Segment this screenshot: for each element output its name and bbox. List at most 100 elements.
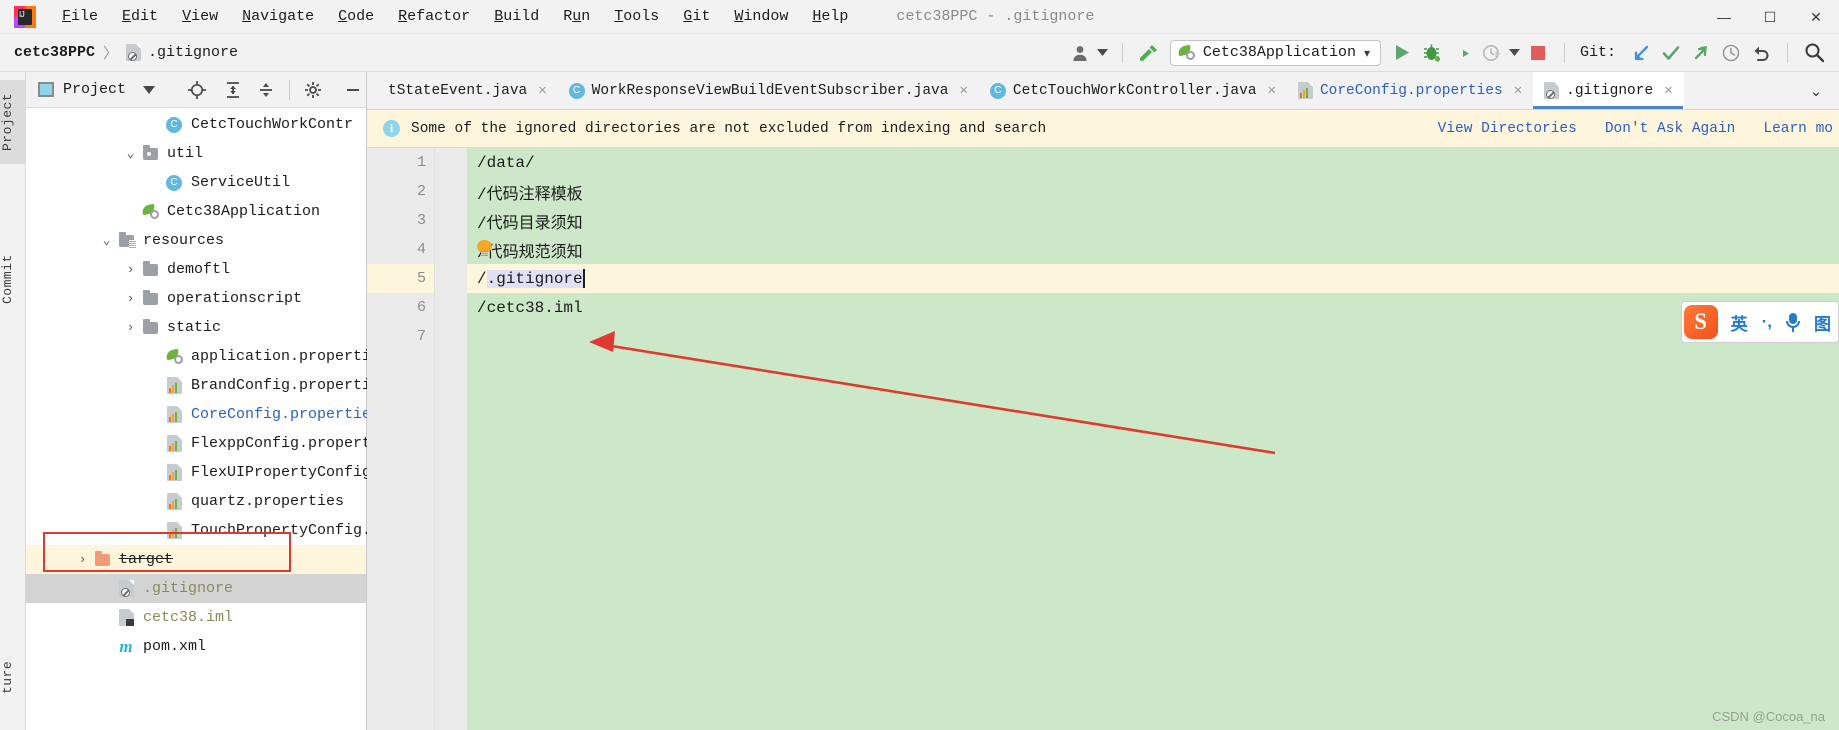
rail-tab-structure[interactable]: ture	[0, 647, 26, 707]
tree-item-cetctouchworkcontr[interactable]: C CetcTouchWorkContr	[26, 110, 366, 139]
line-number[interactable]: 3	[367, 206, 434, 235]
ime-punctuation-toggle[interactable]: ·,	[1755, 312, 1779, 332]
line-number[interactable]: 4	[367, 235, 434, 264]
chevron-right-icon[interactable]: ›	[122, 291, 139, 306]
editor-tab-coreconfig-properties[interactable]: CoreConfig.properties ✕	[1287, 72, 1533, 109]
code-line[interactable]: /代码注释模板	[467, 177, 1839, 206]
chevron-right-icon[interactable]: ›	[122, 320, 139, 335]
tree-item-pom-xml[interactable]: m pom.xml	[26, 632, 366, 661]
tree-item-cetc38-iml[interactable]: cetc38.iml	[26, 603, 366, 632]
rail-tab-commit[interactable]: Commit	[0, 240, 26, 318]
code-line[interactable]	[467, 322, 1839, 351]
gutter-fold-strip[interactable]	[435, 148, 467, 730]
minimize-button[interactable]: —	[1701, 0, 1747, 34]
profiler-chevron-down-icon[interactable]	[1507, 38, 1523, 68]
tree-item-quartz-properties[interactable]: quartz.properties	[26, 487, 366, 516]
chevron-down-icon[interactable]: ⌄	[98, 233, 115, 248]
menu-item-git[interactable]: Git	[671, 6, 722, 27]
ime-more-button[interactable]: 图	[1807, 310, 1838, 335]
menu-item-build[interactable]: Build	[482, 6, 551, 27]
run-configuration-selector[interactable]: Cetc38Application ▾	[1169, 39, 1381, 66]
editor-tab-tstateevent-java[interactable]: tStateEvent.java ✕	[377, 72, 558, 109]
code-line[interactable]: /代码规范须知	[467, 235, 1839, 264]
menu-item-help[interactable]: Help	[800, 6, 860, 27]
tree-item-operationscript[interactable]: › operationscript	[26, 284, 366, 313]
editor-tabs-overflow-chevron-down-icon[interactable]: ⌄	[1793, 72, 1839, 109]
tree-item-util[interactable]: ⌄ util	[26, 139, 366, 168]
git-push-icon[interactable]	[1686, 38, 1716, 68]
sogou-ime-popup[interactable]: S 英 ·, 图	[1680, 301, 1839, 343]
editor-tab-gitignore[interactable]: .gitignore ✕	[1533, 72, 1684, 109]
tree-item-cetc38application[interactable]: Cetc38Application	[26, 197, 366, 226]
line-number[interactable]: 2	[367, 177, 434, 206]
microphone-icon[interactable]	[1786, 312, 1800, 332]
menu-item-view[interactable]: View	[170, 6, 230, 27]
menu-item-window[interactable]: Window	[722, 6, 800, 27]
profiler-icon[interactable]	[1477, 38, 1507, 68]
tree-item-target[interactable]: › target	[26, 545, 366, 574]
tree-item-flexuipropertyconfig-prop[interactable]: FlexUIPropertyConfig.prop	[26, 458, 416, 487]
view-directories-link[interactable]: View Directories	[1438, 121, 1577, 137]
git-update-icon[interactable]	[1626, 38, 1656, 68]
gear-icon[interactable]	[300, 76, 326, 104]
chevron-right-icon[interactable]: ›	[122, 262, 139, 277]
tree-item-touchpropertyconfig-prope[interactable]: TouchPropertyConfig.prope	[26, 516, 416, 545]
editor-tab-workresponseviewbuildeventsubscriber-java[interactable]: C WorkResponseViewBuildEventSubscriber.ja…	[558, 72, 979, 109]
code-line[interactable]: /cetc38.iml	[467, 293, 1839, 322]
code-line[interactable]: /代码目录须知	[467, 206, 1839, 235]
code-line[interactable]: /data/	[467, 148, 1839, 177]
menu-item-refactor[interactable]: Refactor	[386, 6, 482, 27]
debug-icon[interactable]	[1417, 38, 1447, 68]
close-button[interactable]: ✕	[1793, 0, 1839, 34]
user-chevron-down-icon[interactable]	[1095, 38, 1111, 68]
dont-ask-again-link[interactable]: Don't Ask Again	[1605, 121, 1736, 137]
tree-item-coreconfig-properties[interactable]: CoreConfig.properties	[26, 400, 380, 429]
line-number[interactable]: 5	[367, 264, 434, 293]
menu-item-edit[interactable]: Edit	[110, 6, 170, 27]
tree-item-demoftl[interactable]: › demoftl	[26, 255, 366, 284]
rail-tab-project[interactable]: Project	[0, 80, 26, 164]
close-icon[interactable]: ✕	[1268, 82, 1276, 99]
maximize-button[interactable]: ☐	[1747, 0, 1793, 34]
tree-item-flexppconfig-properties[interactable]: FlexppConfig.properties	[26, 429, 398, 458]
search-everywhere-icon[interactable]	[1799, 38, 1829, 68]
line-number[interactable]: 7	[367, 322, 434, 351]
editor-tab-cetctouchworkcontroller-java[interactable]: C CetcTouchWorkController.java ✕	[979, 72, 1287, 109]
line-number[interactable]: 6	[367, 293, 434, 322]
run-icon[interactable]	[1387, 38, 1417, 68]
ime-language-mode[interactable]: 英	[1724, 310, 1755, 335]
line-number-gutter[interactable]: 1234567	[367, 148, 435, 730]
chevron-down-icon[interactable]: ⌄	[122, 146, 139, 161]
project-chevron-down-icon[interactable]	[136, 76, 162, 104]
tree-item-static[interactable]: › static	[26, 313, 366, 342]
hammer-build-icon[interactable]	[1134, 38, 1164, 68]
line-number[interactable]: 1	[367, 148, 434, 177]
hide-panel-icon[interactable]	[340, 76, 366, 104]
tree-item-brandconfig-properties[interactable]: BrandConfig.properties	[26, 371, 389, 400]
menu-item-file[interactable]: File	[50, 6, 110, 27]
revert-icon[interactable]	[1746, 38, 1776, 68]
code-editor[interactable]: 1234567 /data/ /代码注释模板/代码目录须知/代码规范须知 /.git…	[367, 148, 1839, 730]
close-icon[interactable]: ✕	[959, 82, 967, 99]
code-line[interactable]: /.gitignore	[467, 264, 1839, 293]
history-icon[interactable]	[1716, 38, 1746, 68]
learn-more-link[interactable]: Learn mo	[1763, 121, 1833, 137]
chevron-right-icon[interactable]: ›	[74, 552, 91, 567]
tree-item-gitignore[interactable]: .gitignore	[26, 574, 366, 603]
stop-icon[interactable]	[1523, 38, 1553, 68]
collapse-all-icon[interactable]	[254, 76, 280, 104]
menu-item-navigate[interactable]: Navigate	[230, 6, 326, 27]
user-avatar-icon[interactable]	[1065, 38, 1095, 68]
run-with-coverage-icon[interactable]	[1447, 38, 1477, 68]
close-icon[interactable]: ✕	[1664, 82, 1672, 99]
close-icon[interactable]: ✕	[538, 82, 546, 99]
run-config-chevron-down-icon[interactable]: ▾	[1364, 46, 1370, 60]
menu-item-tools[interactable]: Tools	[602, 6, 671, 27]
breadcrumb-project[interactable]: cetc38PPC	[14, 44, 95, 61]
tree-item-application-properties[interactable]: application.properties	[26, 342, 389, 371]
breadcrumb-file[interactable]: .gitignore	[148, 44, 238, 61]
locate-icon[interactable]	[184, 76, 210, 104]
tree-item-serviceutil[interactable]: C ServiceUtil	[26, 168, 366, 197]
git-commit-icon[interactable]	[1656, 38, 1686, 68]
menu-item-run[interactable]: Run	[551, 6, 602, 27]
